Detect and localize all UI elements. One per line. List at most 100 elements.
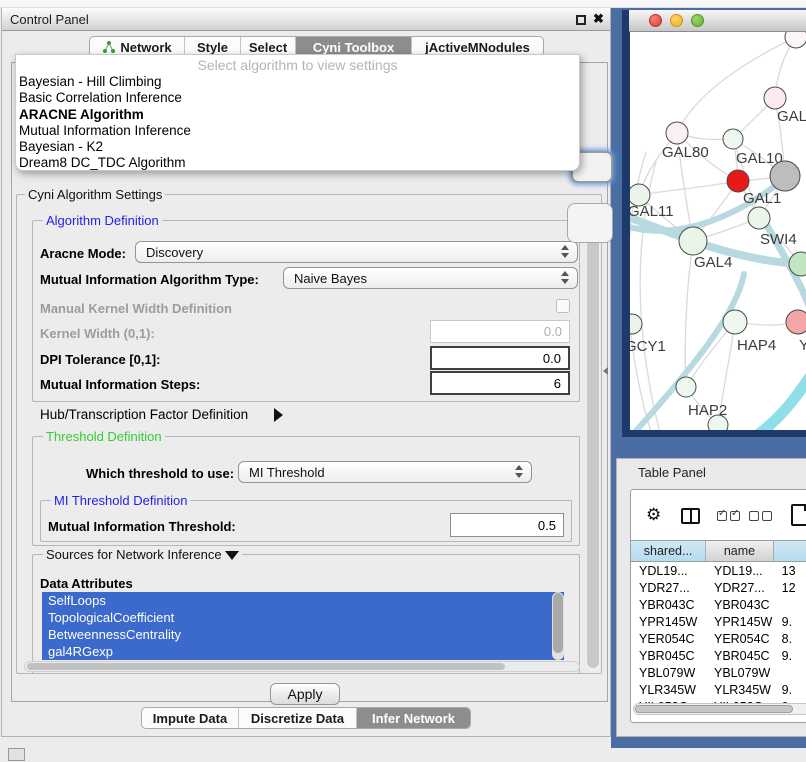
node-label: Y xyxy=(799,337,806,354)
app-top-strip xyxy=(0,0,806,8)
dropdown-item[interactable]: Bayesian - K2 xyxy=(16,139,579,155)
network-node-gal[interactable] xyxy=(764,87,786,109)
table-row[interactable]: YBR045CYBR045C9. xyxy=(631,647,806,664)
kernel-width-value: 0.0 xyxy=(544,324,562,339)
splitter-arrow-icon[interactable] xyxy=(603,367,608,375)
control-panel-title: Control Panel xyxy=(10,12,89,27)
node-label: SWI4 xyxy=(760,231,797,248)
which-threshold-value: MI Threshold xyxy=(249,465,325,480)
settings-vertical-scrollbar[interactable] xyxy=(586,202,600,672)
tab-label: Style xyxy=(197,40,228,55)
network-edge xyxy=(639,181,738,195)
mi-algorithm-type-label: Mutual Information Algorithm Type: xyxy=(40,272,259,287)
network-node-gal1[interactable] xyxy=(727,170,749,192)
hidden-box-fragment xyxy=(567,203,613,243)
table-row[interactable]: YDR27...YDR27...12 xyxy=(631,579,806,596)
table-row[interactable]: YBL079WYBL079W xyxy=(631,664,806,681)
column-header[interactable] xyxy=(774,541,806,561)
table-row[interactable]: YER054CYER054C8. xyxy=(631,630,806,647)
network-edge xyxy=(756,378,806,430)
which-threshold-label: Which threshold to use: xyxy=(86,466,234,481)
attributes-vertical-scrollbar[interactable] xyxy=(552,592,564,660)
column-header[interactable]: name xyxy=(706,541,774,561)
close-traffic-light-icon[interactable] xyxy=(649,14,662,27)
table-cell: 12 xyxy=(774,579,806,596)
network-node[interactable] xyxy=(770,161,800,191)
table-row[interactable]: YLR345WYLR345W9. xyxy=(631,681,806,698)
network-node-gcy1[interactable] xyxy=(630,314,642,334)
network-node[interactable] xyxy=(708,415,728,430)
deselect-all-checks-icon[interactable] xyxy=(749,511,772,521)
which-threshold-combobox[interactable]: MI Threshold xyxy=(238,461,532,483)
network-node-hap4[interactable] xyxy=(723,310,747,334)
attribute-list-item[interactable]: BetweennessCentrality xyxy=(42,626,564,643)
dropdown-item[interactable]: Basic Correlation Inference xyxy=(16,90,579,106)
tab-infer-network[interactable]: Infer Network xyxy=(357,708,470,728)
select-all-checks-icon[interactable] xyxy=(717,511,740,521)
zoom-traffic-light-icon[interactable] xyxy=(691,14,704,27)
minimize-traffic-light-icon[interactable] xyxy=(670,14,683,27)
network-node-gal80[interactable] xyxy=(666,122,688,144)
aracne-mode-combobox[interactable]: Discovery xyxy=(135,241,578,263)
manual-kernel-width-checkbox[interactable] xyxy=(556,299,570,313)
table-cell: YBR043C xyxy=(631,596,706,613)
tab-label: jActiveMNodules xyxy=(425,40,530,55)
panel-grip-icon[interactable] xyxy=(8,748,25,761)
table-cell: YPR145W xyxy=(706,613,774,630)
close-icon[interactable]: ✖ xyxy=(593,11,604,27)
new-table-icon[interactable] xyxy=(791,504,806,526)
table-cell: YPR145W xyxy=(631,613,706,630)
apply-button[interactable]: Apply xyxy=(270,683,340,705)
dropdown-item[interactable]: ARACNE Algorithm xyxy=(16,107,579,123)
attribute-list-item[interactable]: SelfLoops xyxy=(42,592,564,609)
network-canvas[interactable]: GALGAL80GAL10GAL1GAL11SWI4GAL4GCY1HAP4YH… xyxy=(630,32,806,430)
dropdown-item[interactable]: Dream8 DC_TDC Algorithm xyxy=(16,155,579,171)
aracne-mode-value: Discovery xyxy=(146,245,203,260)
node-label: GAL xyxy=(777,108,806,125)
mi-steps-field[interactable]: 6 xyxy=(430,371,570,395)
table-cell: YBR045C xyxy=(631,647,706,664)
network-node[interactable] xyxy=(785,32,806,48)
bottom-tabbar: Impute DataDiscretize DataInfer Network xyxy=(141,707,471,729)
dpi-tolerance-label: DPI Tolerance [0,1]: xyxy=(40,352,160,367)
table-cell: 9. xyxy=(774,647,806,664)
tab-impute-data[interactable]: Impute Data xyxy=(142,708,239,728)
attributes-horizontal-scrollbar[interactable] xyxy=(24,661,580,672)
dpi-tolerance-field[interactable]: 0.0 xyxy=(430,346,570,370)
table-cell: YER054C xyxy=(706,630,774,647)
table-cell: YBL079W xyxy=(631,664,706,681)
mi-threshold-field[interactable]: 0.5 xyxy=(450,513,564,537)
float-window-icon[interactable] xyxy=(576,15,586,25)
gear-icon[interactable]: ⚙ xyxy=(646,505,661,525)
data-attributes-list[interactable]: SelfLoopsTopologicalCoefficientBetweenne… xyxy=(42,592,564,660)
mi-algorithm-type-value: Naive Bayes xyxy=(294,271,367,286)
network-node-swi4[interactable] xyxy=(748,207,770,229)
table-horizontal-scrollbar[interactable] xyxy=(633,703,806,715)
table-row[interactable]: YDL19...YDL19...13 xyxy=(631,562,806,579)
attribute-list-item[interactable]: TopologicalCoefficient xyxy=(42,609,564,626)
dropdown-item[interactable]: Bayesian - Hill Climbing xyxy=(16,74,579,90)
table-row[interactable]: YPR145WYPR145W9. xyxy=(631,613,806,630)
mi-threshold-label: Mutual Information Threshold: xyxy=(48,519,236,534)
column-header[interactable]: shared... xyxy=(631,541,706,561)
table-header-row: shared...name xyxy=(631,540,806,562)
network-node-y[interactable] xyxy=(786,310,806,334)
node-table: shared...nameYDL19...YDL19...13YDR27...Y… xyxy=(631,540,806,715)
table-row[interactable]: YBR043CYBR043C xyxy=(631,596,806,613)
network-node-hap2[interactable] xyxy=(676,377,696,397)
tab-discretize-data[interactable]: Discretize Data xyxy=(239,708,357,728)
tab-label: Cyni Toolbox xyxy=(313,40,394,55)
network-node-gal4[interactable] xyxy=(679,227,707,255)
attribute-list-item[interactable]: gal4RGexp xyxy=(42,643,564,660)
network-window-titlebar[interactable] xyxy=(629,10,806,32)
expand-arrow-icon[interactable] xyxy=(274,408,283,422)
table-cell: YBR045C xyxy=(706,647,774,664)
columns-icon[interactable] xyxy=(681,508,700,524)
network-node-gal10[interactable] xyxy=(723,129,743,149)
table-cell: YDR27... xyxy=(706,579,774,596)
dropdown-item[interactable]: Mutual Information Inference xyxy=(16,123,579,139)
mi-algorithm-type-combobox[interactable]: Naive Bayes xyxy=(283,267,578,289)
kernel-width-field[interactable]: 0.0 xyxy=(430,320,570,343)
collapse-arrow-icon[interactable] xyxy=(225,551,239,560)
control-panel-titlebar: Control Panel ✖ xyxy=(2,8,610,31)
